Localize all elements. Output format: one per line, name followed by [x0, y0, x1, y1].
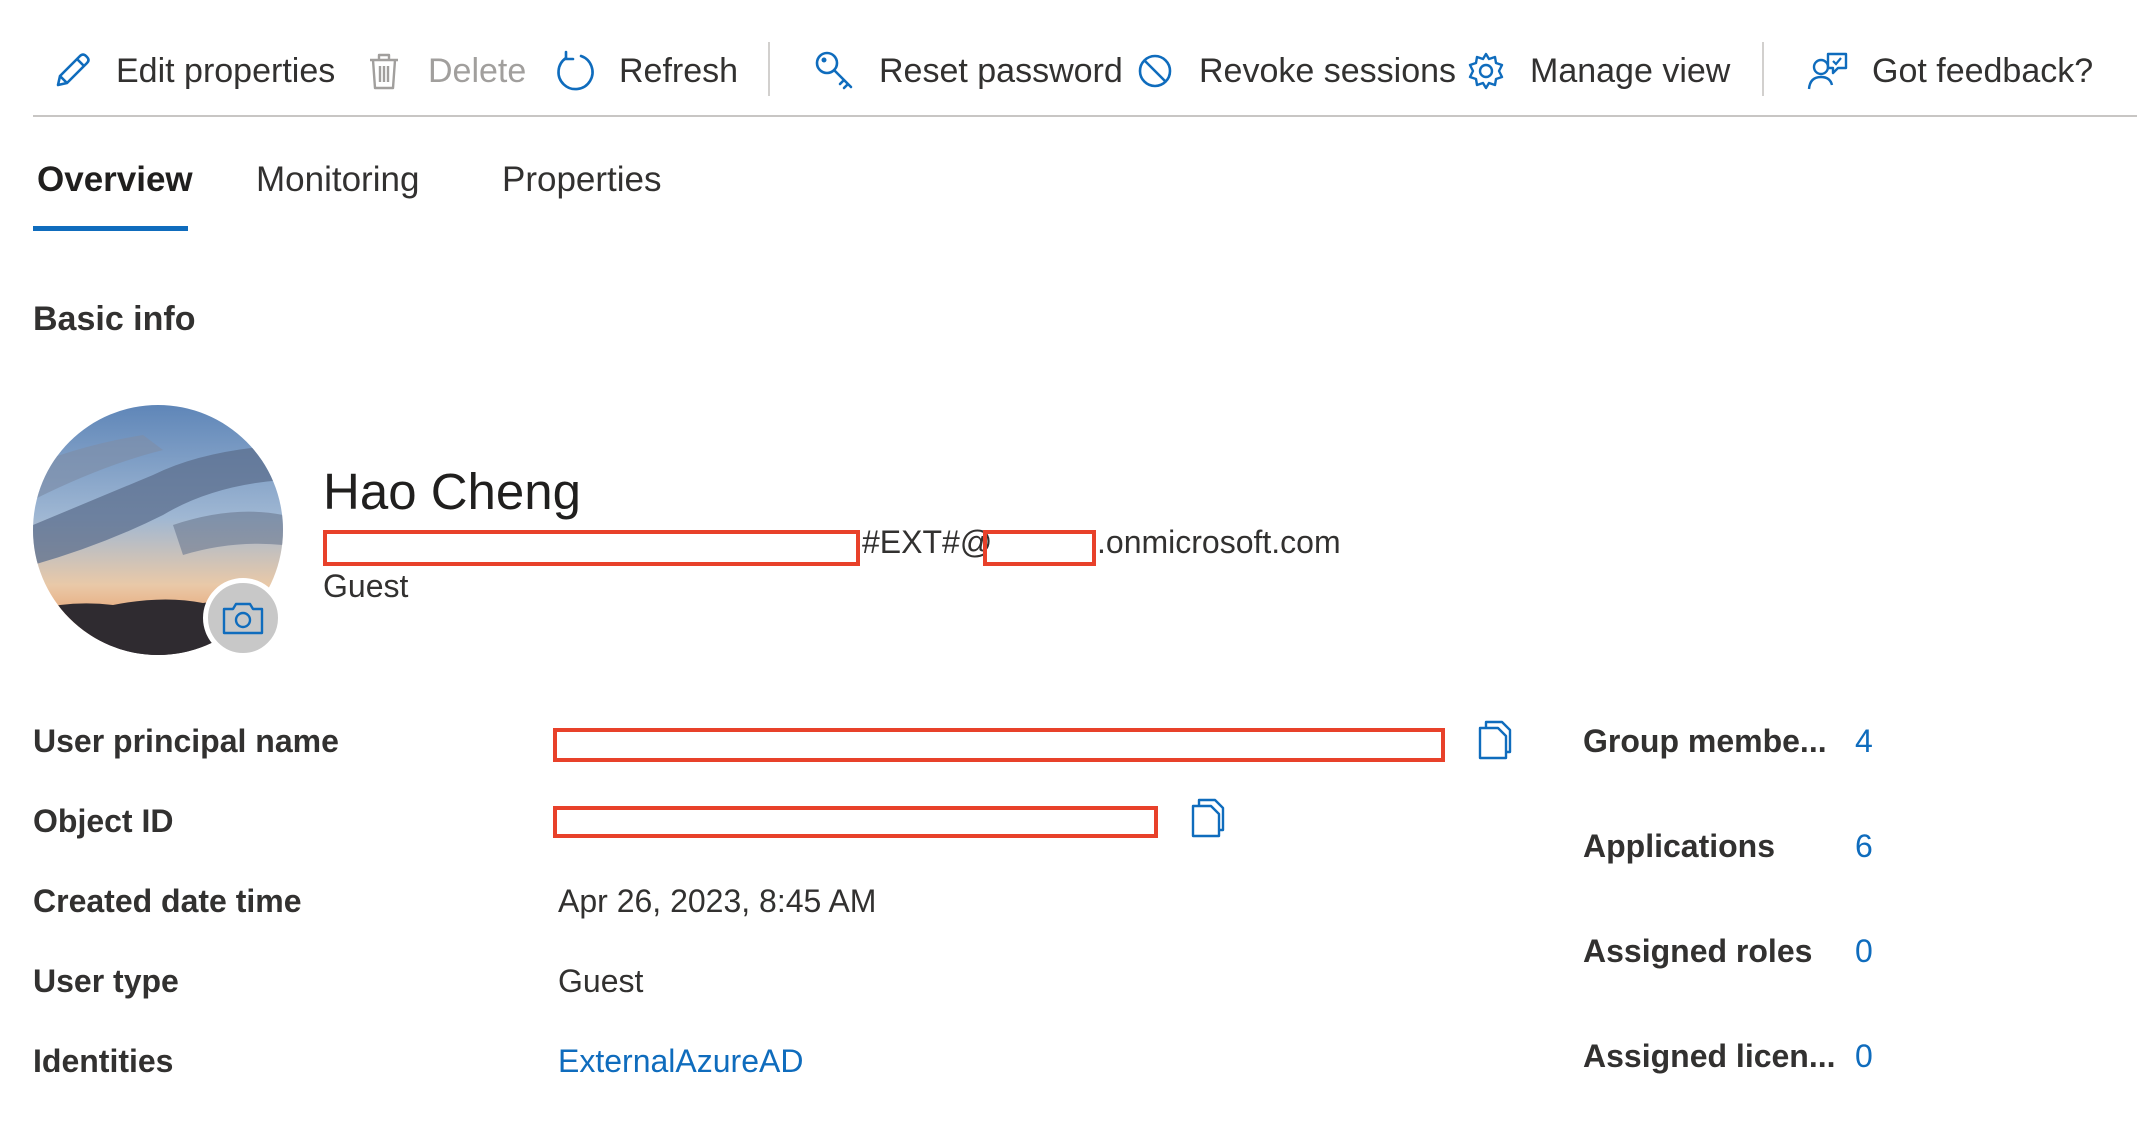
label-applications: Applications	[1583, 828, 1776, 864]
label-user-type: User type	[33, 963, 179, 999]
user-principal-name-value	[553, 728, 1445, 762]
edit-properties-label: Edit properties	[116, 51, 336, 90]
copy-icon[interactable]	[1187, 798, 1227, 842]
trash-icon	[370, 53, 398, 90]
label-object-id: Object ID	[33, 803, 174, 839]
got-feedback-label: Got feedback?	[1872, 51, 2094, 90]
refresh-button[interactable]: Refresh	[553, 38, 738, 104]
gear-icon	[1468, 52, 1504, 90]
manage-view-button[interactable]: Manage view	[1464, 38, 1730, 104]
change-photo-button[interactable]	[203, 578, 283, 658]
edit-properties-button[interactable]: Edit properties	[50, 38, 335, 104]
key-icon	[815, 51, 853, 90]
toolbar-separator	[768, 42, 770, 96]
label-user-principal-name: User principal name	[33, 723, 339, 759]
delete-label: Delete	[428, 51, 527, 90]
user-type-subtitle: Guest	[323, 568, 409, 604]
label-created-date-time: Created date time	[33, 883, 302, 919]
pencil-icon	[56, 53, 90, 87]
block-icon	[1138, 54, 1172, 88]
label-group-memberships: Group membe...	[1583, 723, 1827, 759]
revoke-sessions-label: Revoke sessions	[1199, 51, 1457, 90]
redaction-box	[983, 530, 1096, 566]
label-assigned-roles: Assigned roles	[1583, 933, 1813, 969]
got-feedback-button[interactable]: Got feedback?	[1806, 38, 2093, 104]
upn-domain-suffix: .onmicrosoft.com	[1097, 524, 1341, 560]
toolbar-separator	[1762, 42, 1764, 96]
redaction-box	[323, 530, 860, 566]
assigned-roles-count-link[interactable]: 0	[1855, 933, 1873, 970]
reset-password-button[interactable]: Reset password	[813, 38, 1123, 104]
user-type-value: Guest	[558, 963, 644, 999]
label-identities: Identities	[33, 1043, 174, 1079]
copy-icon[interactable]	[1474, 720, 1514, 764]
upn-ext-text: #EXT#@	[862, 524, 993, 560]
toolbar-divider	[33, 115, 2137, 117]
revoke-sessions-button[interactable]: Revoke sessions	[1133, 38, 1456, 104]
label-assigned-licenses: Assigned licen...	[1583, 1038, 1836, 1074]
delete-button[interactable]: Delete	[362, 38, 526, 104]
section-title: Basic info	[33, 300, 196, 338]
tab-overview[interactable]: Overview	[37, 160, 193, 200]
manage-view-label: Manage view	[1530, 51, 1731, 90]
tab-selected-indicator	[33, 226, 188, 231]
refresh-label: Refresh	[619, 51, 739, 90]
created-date-time-value: Apr 26, 2023, 8:45 AM	[558, 883, 877, 919]
group-memberships-count-link[interactable]: 4	[1855, 723, 1873, 760]
reset-password-label: Reset password	[879, 51, 1123, 90]
command-bar: Edit properties Delete Refresh Reset pas…	[0, 0, 2137, 117]
assigned-licenses-count-link[interactable]: 0	[1855, 1038, 1873, 1075]
object-id-value	[553, 806, 1158, 838]
tab-properties[interactable]: Properties	[502, 160, 662, 200]
display-name: Hao Cheng	[323, 463, 582, 520]
tab-monitoring[interactable]: Monitoring	[256, 160, 419, 200]
camera-icon	[222, 602, 264, 635]
feedback-icon	[1807, 52, 1848, 90]
applications-count-link[interactable]: 6	[1855, 828, 1873, 865]
identities-link[interactable]: ExternalAzureAD	[558, 1043, 803, 1080]
refresh-icon	[557, 50, 594, 91]
